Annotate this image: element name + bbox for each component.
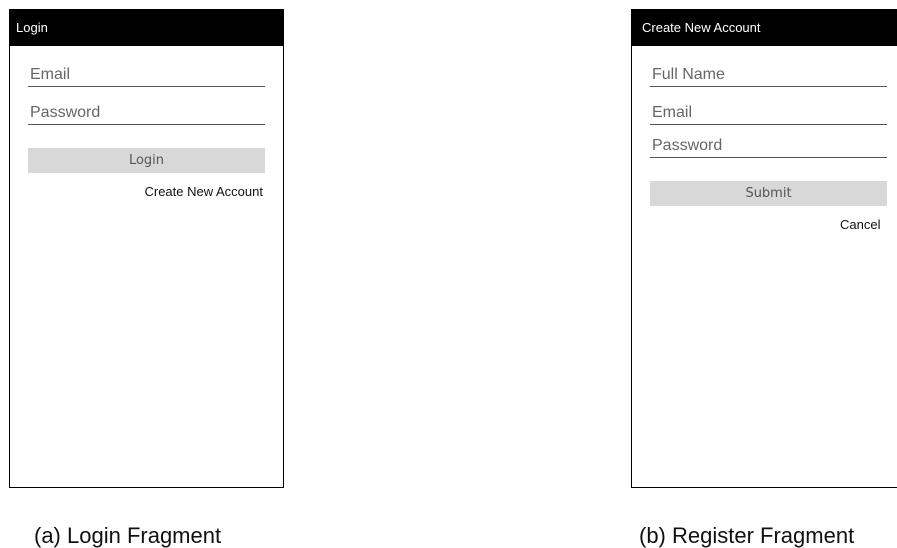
login-button[interactable]: Login: [28, 148, 265, 173]
login-screen: Login Email Password Login Create New Ac…: [9, 9, 284, 488]
login-title: Login: [10, 10, 283, 46]
register-title: Create New Account: [632, 10, 897, 46]
create-account-link[interactable]: Create New Account: [144, 184, 263, 199]
submit-button[interactable]: Submit: [650, 181, 887, 206]
login-password-field[interactable]: Password: [28, 103, 265, 125]
cancel-link[interactable]: Cancel: [840, 217, 880, 232]
register-fullname-field[interactable]: Full Name: [650, 65, 887, 87]
register-screen: Create New Account Full Name Email Passw…: [631, 9, 897, 488]
register-caption: (b) Register Fragment: [639, 523, 855, 548]
login-caption: (a) Login Fragment: [34, 523, 222, 548]
register-email-field[interactable]: Email: [650, 103, 887, 125]
login-email-field[interactable]: Email: [28, 65, 265, 87]
register-password-field[interactable]: Password: [650, 136, 887, 158]
